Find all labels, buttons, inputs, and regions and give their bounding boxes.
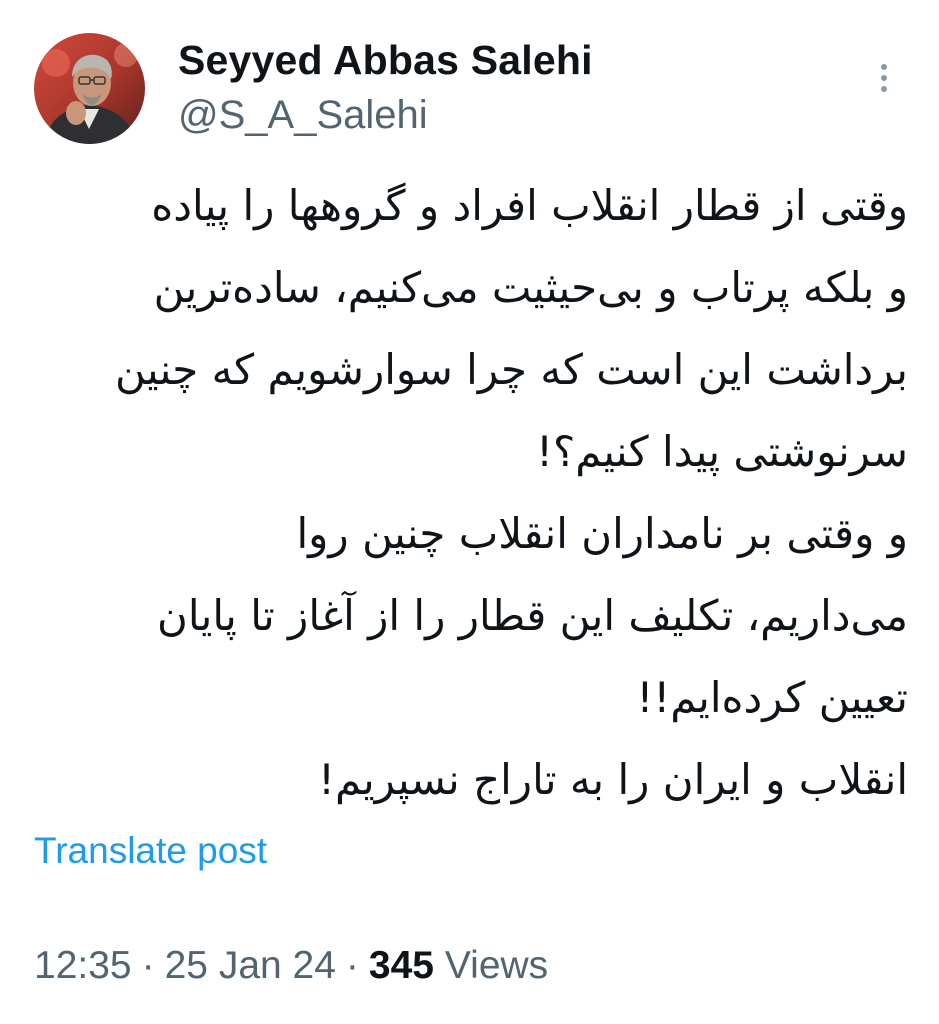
post-text: وقتی از قطار انقلاب افراد و گروهها را پی…: [24, 165, 908, 821]
post-text-line: و بلکه پرتاب و بی‌حیثیت می‌کنیم، ساده‌تر…: [153, 263, 908, 312]
more-vertical-icon: [881, 64, 887, 70]
post-date[interactable]: 25 Jan 24: [165, 944, 336, 987]
profile-photo-icon: [34, 33, 145, 144]
post-meta: 12:35 · 25 Jan 24 · 345 Views: [34, 938, 548, 994]
author-handle[interactable]: @S_A_Salehi: [178, 90, 428, 140]
meta-separator: ·: [345, 944, 359, 987]
more-options-button[interactable]: [866, 58, 902, 98]
more-vertical-icon-dot: [881, 86, 887, 92]
post-text-line: انقلاب و ایران را به تاراج نسپریم!: [318, 755, 908, 804]
post-text-line: برداشت این است که چرا سوارشویم که چنین: [114, 345, 908, 394]
author-display-name[interactable]: Seyyed Abbas Salehi: [178, 34, 593, 86]
more-vertical-icon-dot: [881, 75, 887, 81]
views-count[interactable]: 345: [369, 944, 434, 987]
avatar[interactable]: [34, 33, 145, 144]
post-text-line: وقتی از قطار انقلاب افراد و گروهها را پی…: [151, 181, 908, 230]
views-label[interactable]: Views: [445, 944, 548, 987]
translate-post-link[interactable]: Translate post: [34, 825, 267, 877]
meta-separator: ·: [141, 944, 155, 987]
post-time[interactable]: 12:35: [34, 944, 132, 987]
post-text-line: تعیین کرده‌ایم!!: [636, 673, 908, 722]
post-text-line: و وقتی بر نامداران انقلاب چنین روا: [296, 509, 908, 558]
post-text-line: سرنوشتی پیدا کنیم؟!: [536, 427, 908, 476]
post-text-line: می‌داریم، تکلیف این قطار را از آغاز تا پ…: [157, 591, 908, 640]
